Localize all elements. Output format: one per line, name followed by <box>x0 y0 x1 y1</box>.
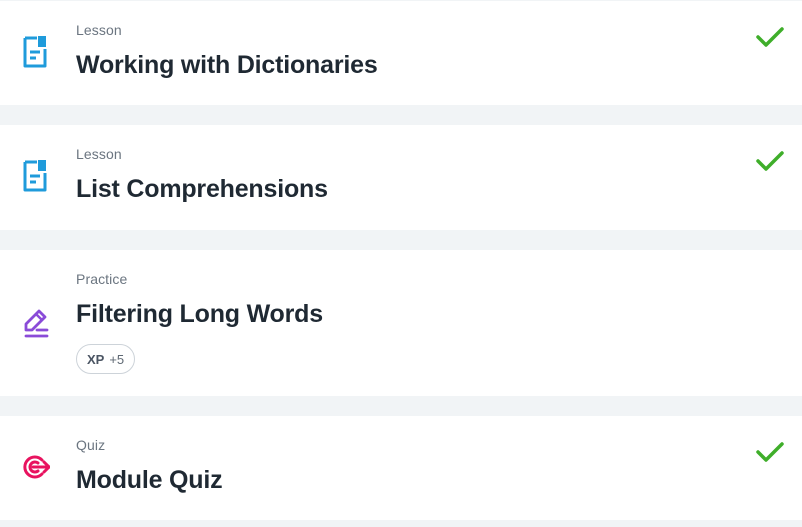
item-title[interactable]: Filtering Long Words <box>76 300 323 329</box>
xp-value: +5 <box>109 351 125 367</box>
list-item-module-quiz[interactable]: Quiz Module Quiz <box>0 416 802 520</box>
xp-label: XP <box>87 351 105 367</box>
completed-check-icon <box>756 442 784 462</box>
module-item-list: Lesson Working with Dictionaries Lesson … <box>0 0 802 527</box>
item-title[interactable]: Working with Dictionaries <box>76 51 378 80</box>
quiz-target-icon <box>23 455 50 479</box>
completed-check-icon <box>756 151 784 171</box>
lesson-document-icon <box>23 36 47 68</box>
lesson-document-icon <box>23 160 47 192</box>
item-title[interactable]: List Comprehensions <box>76 175 328 204</box>
list-item-list-comprehensions[interactable]: Lesson List Comprehensions <box>0 125 802 230</box>
item-kind-label: Lesson <box>76 146 122 162</box>
item-kind-label: Lesson <box>76 22 122 38</box>
item-title[interactable]: Module Quiz <box>76 466 223 495</box>
practice-pencil-icon <box>24 309 49 338</box>
item-kind-label: Quiz <box>76 437 106 453</box>
completed-check-icon <box>756 27 784 47</box>
list-item-working-with-dictionaries[interactable]: Lesson Working with Dictionaries <box>0 1 802 105</box>
xp-badge: XP +5 <box>76 344 136 374</box>
item-kind-label: Practice <box>76 271 128 287</box>
list-item-filtering-long-words[interactable]: Practice Filtering Long Words XP +5 <box>0 250 802 396</box>
